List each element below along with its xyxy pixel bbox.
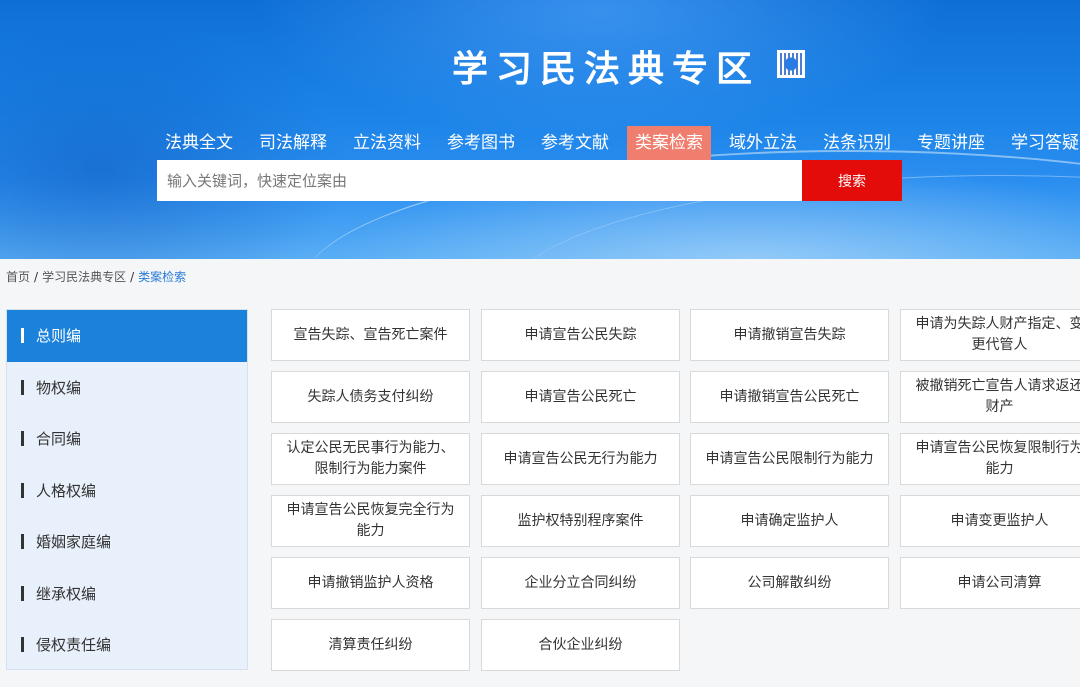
bar-marker-icon (21, 637, 24, 653)
qr-code-icon[interactable] (777, 50, 805, 78)
case-type-card[interactable]: 申请宣告公民失踪 (481, 309, 680, 361)
nav-item-xuexi-dayi[interactable]: 学习答疑 (1003, 126, 1080, 160)
breadcrumb-separator: / (130, 270, 135, 284)
sidebar-item-label: 合同编 (36, 430, 82, 449)
breadcrumb: 首页 / 学习民法典专区 / 类案检索 (6, 268, 186, 285)
sidebar-item-jichengquan[interactable]: 继承权编 (7, 568, 247, 620)
case-type-card[interactable]: 清算责任纠纷 (271, 619, 470, 671)
case-type-card[interactable]: 合伙企业纠纷 (481, 619, 680, 671)
case-type-card[interactable]: 认定公民无民事行为能力、限制行为能力案件 (271, 433, 470, 485)
case-type-card[interactable]: 申请确定监护人 (690, 495, 889, 547)
nav-item-lifa-ziliao[interactable]: 立法资料 (345, 126, 429, 160)
sidebar-item-hunyin-jiating[interactable]: 婚姻家庭编 (7, 516, 247, 568)
case-type-card[interactable]: 申请宣告公民死亡 (481, 371, 680, 423)
nav-item-fadian-quanwen[interactable]: 法典全文 (157, 126, 241, 160)
nav-item-sifa-jieshi[interactable]: 司法解释 (251, 126, 335, 160)
case-type-card[interactable]: 公司解散纠纷 (690, 557, 889, 609)
nav-item-yuwai-lifa[interactable]: 域外立法 (721, 126, 805, 160)
bar-marker-icon (21, 482, 24, 498)
bar-marker-icon (21, 585, 24, 601)
sidebar-item-label: 总则编 (36, 327, 82, 346)
sidebar-item-label: 婚姻家庭编 (36, 533, 112, 552)
bar-marker-icon (21, 534, 24, 550)
case-type-card[interactable]: 宣告失踪、宣告死亡案件 (271, 309, 470, 361)
case-type-card[interactable]: 申请撤销监护人资格 (271, 557, 470, 609)
sidebar-item-wuquan[interactable]: 物权编 (7, 362, 247, 414)
breadcrumb-current: 类案检索 (138, 270, 187, 284)
breadcrumb-home[interactable]: 首页 (6, 268, 30, 285)
nav-item-cankao-wenxian[interactable]: 参考文献 (533, 126, 617, 160)
nav-item-cankao-tushu[interactable]: 参考图书 (439, 126, 523, 160)
search-button[interactable]: 搜索 (802, 160, 902, 201)
case-type-card[interactable]: 申请宣告公民限制行为能力 (690, 433, 889, 485)
breadcrumb-separator: / (34, 270, 39, 284)
nav-item-fatiao-shibie[interactable]: 法条识别 (815, 126, 899, 160)
case-type-card[interactable]: 失踪人债务支付纠纷 (271, 371, 470, 423)
sidebar-item-rengequan[interactable]: 人格权编 (7, 465, 247, 517)
nav-item-leian-jiansuo[interactable]: 类案检索 (627, 126, 711, 160)
search-bar: 搜索 (157, 160, 902, 201)
sidebar-item-label: 人格权编 (36, 481, 97, 500)
case-type-card[interactable]: 申请宣告公民恢复限制行为能力 (900, 433, 1080, 485)
case-type-grid: 宣告失踪、宣告死亡案件 申请宣告公民失踪 申请撤销宣告失踪 申请为失踪人财产指定… (271, 309, 1080, 671)
page-title: 学习民法典专区 (452, 49, 761, 90)
case-type-card[interactable]: 申请宣告公民恢复完全行为能力 (271, 495, 470, 547)
sidebar-item-label: 继承权编 (36, 584, 97, 603)
bar-marker-icon (21, 379, 24, 395)
sidebar-item-hetong[interactable]: 合同编 (7, 413, 247, 465)
case-type-card[interactable]: 申请撤销宣告公民死亡 (690, 371, 889, 423)
case-type-card[interactable]: 监护权特别程序案件 (481, 495, 680, 547)
search-input[interactable] (157, 160, 802, 201)
breadcrumb-section[interactable]: 学习民法典专区 (42, 268, 126, 285)
sidebar-item-label: 物权编 (36, 378, 82, 397)
case-type-card[interactable]: 企业分立合同纠纷 (481, 557, 680, 609)
category-sidebar: 总则编 物权编 合同编 人格权编 婚姻家庭编 继承权编 侵权责任编 (6, 309, 248, 670)
case-type-card[interactable]: 被撤销死亡宣告人请求返还财产 (900, 371, 1080, 423)
sidebar-item-label: 侵权责任编 (36, 636, 112, 655)
case-type-card[interactable]: 申请变更监护人 (900, 495, 1080, 547)
bar-marker-icon (21, 431, 24, 447)
main-nav: 法典全文 司法解释 立法资料 参考图书 参考文献 类案检索 域外立法 法条识别 … (157, 126, 1079, 160)
header-banner: 学习民法典专区 法典全文 司法解释 立法资料 参考图书 参考文献 类案检索 域外… (0, 0, 1080, 259)
case-type-card[interactable]: 申请公司清算 (900, 557, 1080, 609)
bar-marker-icon (21, 328, 24, 344)
sidebar-item-zongze[interactable]: 总则编 (7, 310, 247, 362)
case-type-card[interactable]: 申请为失踪人财产指定、变更代管人 (900, 309, 1080, 361)
case-type-card[interactable]: 申请撤销宣告失踪 (690, 309, 889, 361)
case-type-card[interactable]: 申请宣告公民无行为能力 (481, 433, 680, 485)
sidebar-item-qinquan-zeren[interactable]: 侵权责任编 (7, 619, 247, 671)
nav-item-zhuanti-jiangzuo[interactable]: 专题讲座 (909, 126, 993, 160)
